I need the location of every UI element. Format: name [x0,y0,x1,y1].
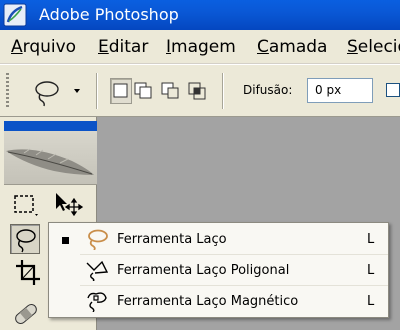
bandage-icon [15,304,37,324]
menu-camada[interactable]: Camada [257,37,327,57]
polygonal-lasso-icon [86,260,109,281]
move-tool-button[interactable] [52,189,84,219]
subtract-selection-button[interactable] [160,78,182,104]
magnetic-lasso-icon [87,292,107,312]
move-tool-icon [56,193,84,217]
flyout-label: Ferramenta Laço Poligonal [117,263,290,278]
tool-preset-picker[interactable] [32,77,84,107]
options-divider [96,73,98,109]
flyout-item-lasso[interactable]: Ferramenta Laço L [49,224,388,254]
flyout-shortcut: L [367,263,375,278]
menu-imagem[interactable]: Imagem [166,37,236,57]
flyout-item-polygonal-lasso[interactable]: Ferramenta Laço Poligonal L [49,255,388,285]
menu-bar: Arquivo Editar Imagem Camada Selecio [0,30,400,64]
options-bar: Difusão: 0 px [0,64,400,117]
healing-brush-tool-button[interactable] [10,298,40,328]
menu-editar[interactable]: Editar [98,37,148,57]
options-divider [222,73,224,109]
new-selection-icon [113,83,128,98]
options-grip[interactable] [6,73,9,109]
intersect-selection-icon [188,82,206,100]
feather-label: Difusão: [243,83,293,97]
menu-selecionar[interactable]: Selecio [347,37,400,57]
lasso-tool-flyout: Ferramenta Laço L Ferramenta Laço Poligo… [48,222,389,318]
flyout-shortcut: L [367,294,375,309]
toolbox-header[interactable] [4,121,97,131]
lasso-icon [88,229,108,250]
menu-arquivo[interactable]: Arquivo [11,37,76,57]
flyout-label: Ferramenta Laço [117,232,227,247]
marquee-tool-button[interactable] [10,189,40,219]
lasso-tool-button[interactable] [10,224,40,254]
add-selection-button[interactable] [133,78,155,104]
subtract-selection-icon [161,82,179,99]
feather-input[interactable]: 0 px [307,78,373,103]
photoshop-app-icon[interactable] [3,3,27,27]
selected-bullet-icon [62,237,69,244]
title-bar: Adobe Photoshop [0,0,400,30]
window-title: Adobe Photoshop [39,5,179,24]
anti-alias-checkbox[interactable] [386,83,400,97]
crop-tool-button[interactable] [14,258,44,288]
intersect-selection-button[interactable] [187,78,209,104]
feather-icon [6,148,94,175]
rectangular-marquee-icon [14,195,38,216]
flyout-shortcut: L [367,232,375,247]
crop-icon [16,260,40,285]
lasso-icon [16,229,36,253]
new-selection-button[interactable] [110,78,132,104]
flyout-item-magnetic-lasso[interactable]: Ferramenta Laço Magnético L [49,286,388,316]
flyout-label: Ferramenta Laço Magnético [117,294,299,309]
toolbox-logo[interactable] [4,131,97,185]
chevron-down-icon [74,89,80,93]
add-selection-icon [134,82,152,99]
